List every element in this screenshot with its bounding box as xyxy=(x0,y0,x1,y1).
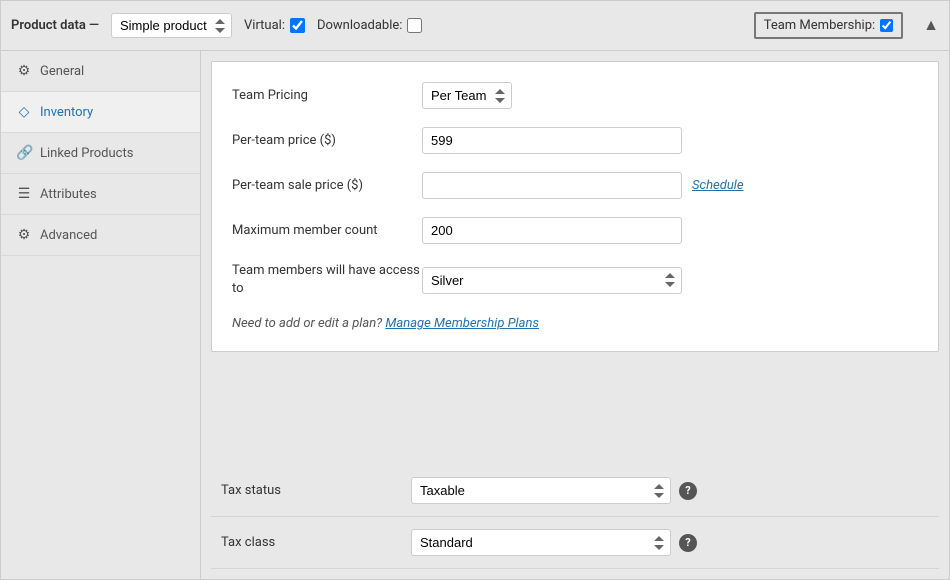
per-team-price-input[interactable] xyxy=(422,127,682,154)
sidebar-item-advanced-label: Advanced xyxy=(40,228,97,243)
main-panel: Team Pricing Per Team Per Seat Per-team … xyxy=(201,51,949,579)
per-team-sale-price-input[interactable] xyxy=(422,172,682,199)
team-pricing-select[interactable]: Per Team Per Seat xyxy=(422,82,512,109)
downloadable-label: Downloadable: xyxy=(317,18,402,33)
tax-class-select[interactable]: Standard Reduced rate Zero rate xyxy=(411,529,671,556)
tax-class-label: Tax class xyxy=(221,535,411,550)
tax-status-select[interactable]: Taxable Shipping only None xyxy=(411,477,671,504)
manage-plans-text: Need to add or edit a plan? xyxy=(232,316,382,331)
team-members-label: Team members will have access to xyxy=(232,262,422,298)
team-membership-label: Team Membership: xyxy=(764,18,875,33)
sidebar-item-advanced[interactable]: ⚙ Advanced xyxy=(1,215,200,256)
team-members-row: Team members will have access to Silver … xyxy=(232,262,908,298)
per-team-price-row: Per-team price ($) xyxy=(232,127,908,154)
tax-class-row: Tax class Standard Reduced rate Zero rat… xyxy=(211,517,939,569)
max-member-count-input[interactable] xyxy=(422,217,682,244)
sidebar-item-inventory-label: Inventory xyxy=(40,105,93,120)
tax-status-row: Tax status Taxable Shipping only None ? xyxy=(211,465,939,517)
sidebar-item-attributes[interactable]: ☰ Attributes xyxy=(1,174,200,215)
product-data-label: Product data — xyxy=(11,18,99,33)
inventory-icon: ◇ xyxy=(16,104,32,120)
sidebar-item-attributes-label: Attributes xyxy=(40,187,97,202)
downloadable-checkbox[interactable] xyxy=(407,18,422,33)
product-type-select[interactable]: Simple product xyxy=(111,13,232,38)
tax-status-help-icon[interactable]: ? xyxy=(679,482,697,500)
per-team-price-label: Per-team price ($) xyxy=(232,133,422,148)
linked-products-icon: 🔗 xyxy=(16,145,32,161)
downloadable-checkbox-group: Downloadable: xyxy=(317,18,422,33)
team-pricing-row: Team Pricing Per Team Per Seat xyxy=(232,82,908,109)
manage-membership-plans-link[interactable]: Manage Membership Plans xyxy=(385,316,539,331)
product-data-wrapper: Product data — Simple product Virtual: D… xyxy=(0,0,950,580)
team-membership-panel: Team Pricing Per Team Per Seat Per-team … xyxy=(211,61,939,352)
virtual-checkbox[interactable] xyxy=(290,18,305,33)
virtual-checkbox-group: Virtual: xyxy=(244,18,305,33)
virtual-label: Virtual: xyxy=(244,18,285,33)
team-pricing-label: Team Pricing xyxy=(232,88,422,103)
tax-class-help-icon[interactable]: ? xyxy=(679,534,697,552)
advanced-icon: ⚙ xyxy=(16,227,32,243)
max-member-count-row: Maximum member count xyxy=(232,217,908,244)
team-membership-checkbox[interactable] xyxy=(880,19,893,32)
team-members-select[interactable]: Silver Gold Bronze xyxy=(422,267,682,294)
sidebar: ⚙ General ◇ Inventory 🔗 Linked Products … xyxy=(1,51,201,579)
sidebar-item-linked-products[interactable]: 🔗 Linked Products xyxy=(1,133,200,174)
team-membership-group: Team Membership: xyxy=(754,12,903,39)
manage-plans-row: Need to add or edit a plan? Manage Membe… xyxy=(232,316,908,331)
per-team-sale-price-label: Per-team sale price ($) xyxy=(232,178,422,193)
tax-status-label: Tax status xyxy=(221,483,411,498)
sidebar-item-general[interactable]: ⚙ General xyxy=(1,51,200,92)
schedule-link[interactable]: Schedule xyxy=(692,178,744,193)
general-icon: ⚙ xyxy=(16,63,32,79)
tax-section: Tax status Taxable Shipping only None ? … xyxy=(211,465,939,569)
tax-class-wrapper: Standard Reduced rate Zero rate ? xyxy=(411,529,697,556)
max-member-count-label: Maximum member count xyxy=(232,223,422,238)
attributes-icon: ☰ xyxy=(16,186,32,202)
per-team-sale-price-row: Per-team sale price ($) Schedule xyxy=(232,172,908,199)
product-data-body: ⚙ General ◇ Inventory 🔗 Linked Products … xyxy=(0,50,950,580)
collapse-button[interactable]: ▲ xyxy=(923,17,939,35)
sidebar-item-inventory[interactable]: ◇ Inventory xyxy=(1,92,200,133)
sidebar-item-general-label: General xyxy=(40,64,84,79)
product-data-header: Product data — Simple product Virtual: D… xyxy=(0,0,950,50)
sidebar-item-linked-products-label: Linked Products xyxy=(40,146,133,161)
tax-status-wrapper: Taxable Shipping only None ? xyxy=(411,477,697,504)
